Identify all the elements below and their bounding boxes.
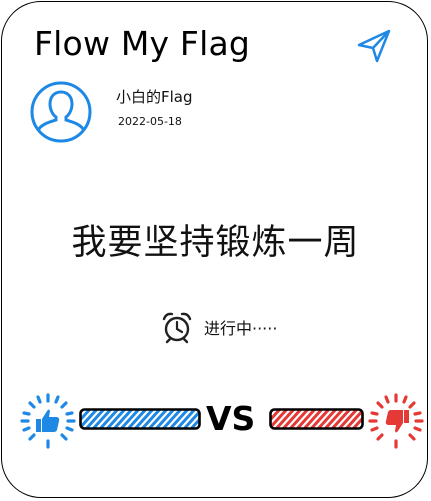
flag-goal-text: 我要坚持锻炼一周 xyxy=(71,223,360,263)
user-avatar-icon[interactable] xyxy=(29,80,93,144)
flag-status: 进行中····· xyxy=(204,319,278,338)
status-row: 进行中····· xyxy=(160,310,277,344)
flag-author[interactable]: 小白的Flag xyxy=(116,86,193,107)
thumbs-up-icon[interactable] xyxy=(20,393,76,449)
alarm-clock-icon xyxy=(160,310,194,344)
send-icon[interactable] xyxy=(356,28,392,64)
app-title: Flow My Flag xyxy=(34,24,251,63)
vs-label: VS xyxy=(206,399,256,438)
flag-date: 2022-05-18 xyxy=(118,115,182,128)
oppose-bar xyxy=(269,408,364,430)
thumbs-down-icon[interactable] xyxy=(367,393,425,449)
support-bar xyxy=(79,408,201,430)
